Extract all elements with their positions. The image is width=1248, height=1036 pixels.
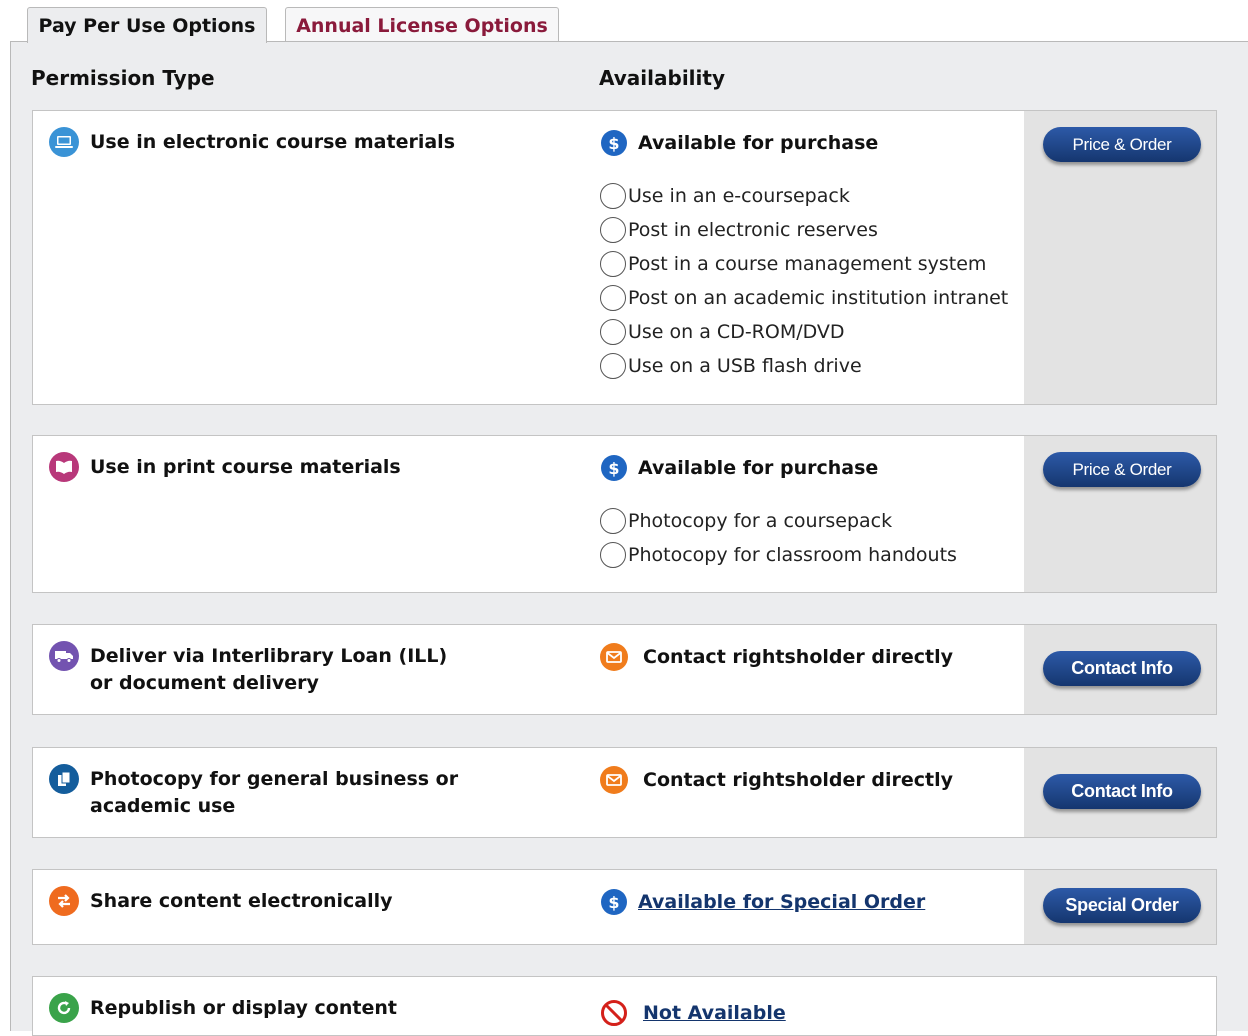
contact-info-button[interactable]: Contact Info — [1043, 774, 1201, 809]
option-photocopy-handouts[interactable]: Photocopy for classroom handouts — [600, 538, 957, 572]
permission-label: Use in print course materials — [90, 456, 401, 478]
option-label: Use on a CD-ROM/DVD — [628, 321, 845, 343]
option-electronic-reserves[interactable]: Post in electronic reserves — [600, 213, 1008, 247]
not-available-link[interactable]: Not Available — [643, 1002, 786, 1024]
svg-text:$: $ — [608, 459, 619, 478]
permission-row-share: Share content electronically $ Available… — [32, 869, 1217, 945]
availability-header: Availability — [599, 66, 725, 90]
copy-icon — [49, 764, 79, 794]
permission-label: Share content electronically — [90, 890, 393, 912]
permission-row-electronic: Use in electronic course materials $ Ava… — [32, 110, 1217, 405]
availability-status: Available for purchase — [638, 132, 879, 154]
radio-button[interactable] — [600, 251, 626, 277]
special-order-link[interactable]: Available for Special Order — [638, 891, 925, 913]
radio-button[interactable] — [600, 285, 626, 311]
dollar-icon: $ — [600, 888, 628, 916]
option-institution-intranet[interactable]: Post on an academic institution intranet — [600, 281, 1008, 315]
option-label: Photocopy for a coursepack — [628, 510, 893, 532]
contact-info-button[interactable]: Contact Info — [1043, 651, 1201, 686]
refresh-icon — [49, 993, 79, 1023]
tab-bar: Pay Per Use Options Annual License Optio… — [0, 0, 1248, 43]
permission-label: Deliver via Interlibrary Loan (ILL) or d… — [90, 645, 448, 694]
svg-text:$: $ — [608, 893, 619, 912]
option-label: Post in electronic reserves — [628, 219, 878, 241]
price-order-button[interactable]: Price & Order — [1043, 127, 1201, 162]
price-order-button[interactable]: Price & Order — [1043, 452, 1201, 487]
availability-status: Contact rightsholder directly — [643, 769, 953, 791]
radio-button[interactable] — [600, 353, 626, 379]
permission-type-header: Permission Type — [31, 66, 215, 90]
option-label: Photocopy for classroom handouts — [628, 544, 957, 566]
permission-row-republish: Republish or display content Not Availab… — [32, 976, 1217, 1036]
dollar-icon: $ — [600, 454, 628, 482]
prohibited-icon — [600, 999, 628, 1027]
envelope-icon — [600, 766, 628, 794]
permission-row-print: Use in print course materials $ Availabl… — [32, 435, 1217, 593]
availability-status: Contact rightsholder directly — [643, 646, 953, 668]
tab-annual-license[interactable]: Annual License Options — [285, 7, 559, 43]
envelope-icon — [600, 643, 628, 671]
option-list: Photocopy for a coursepack Photocopy for… — [600, 504, 957, 572]
option-list: Use in an e-coursepack Post in electroni… — [600, 179, 1008, 383]
dollar-icon: $ — [600, 129, 628, 157]
tab-pay-per-use[interactable]: Pay Per Use Options — [27, 7, 267, 43]
permission-label: Use in electronic course materials — [90, 131, 455, 153]
radio-button[interactable] — [600, 217, 626, 243]
special-order-button[interactable]: Special Order — [1043, 888, 1201, 923]
share-arrows-icon — [49, 886, 79, 916]
radio-button[interactable] — [600, 508, 626, 534]
laptop-icon — [49, 127, 79, 157]
radio-button[interactable] — [600, 542, 626, 568]
svg-text:$: $ — [608, 134, 619, 153]
permission-label: Photocopy for general business or academ… — [90, 768, 459, 817]
option-course-management-system[interactable]: Post in a course management system — [600, 247, 1008, 281]
option-e-coursepack[interactable]: Use in an e-coursepack — [600, 179, 1008, 213]
option-label: Use on a USB flash drive — [628, 355, 862, 377]
permission-label: Republish or display content — [90, 997, 397, 1019]
option-cd-rom-dvd[interactable]: Use on a CD-ROM/DVD — [600, 315, 1008, 349]
permission-row-ill: Deliver via Interlibrary Loan (ILL) or d… — [32, 624, 1217, 715]
radio-button[interactable] — [600, 183, 626, 209]
option-label: Use in an e-coursepack — [628, 185, 850, 207]
book-icon — [49, 452, 79, 482]
option-usb-flash-drive[interactable]: Use on a USB flash drive — [600, 349, 1008, 383]
availability-status: Available for purchase — [638, 457, 879, 479]
option-photocopy-coursepack[interactable]: Photocopy for a coursepack — [600, 504, 957, 538]
radio-button[interactable] — [600, 319, 626, 345]
option-label: Post on an academic institution intranet — [628, 287, 1009, 309]
permission-row-photocopy: Photocopy for general business or academ… — [32, 747, 1217, 838]
truck-icon — [49, 641, 79, 671]
option-label: Post in a course management system — [628, 253, 987, 275]
